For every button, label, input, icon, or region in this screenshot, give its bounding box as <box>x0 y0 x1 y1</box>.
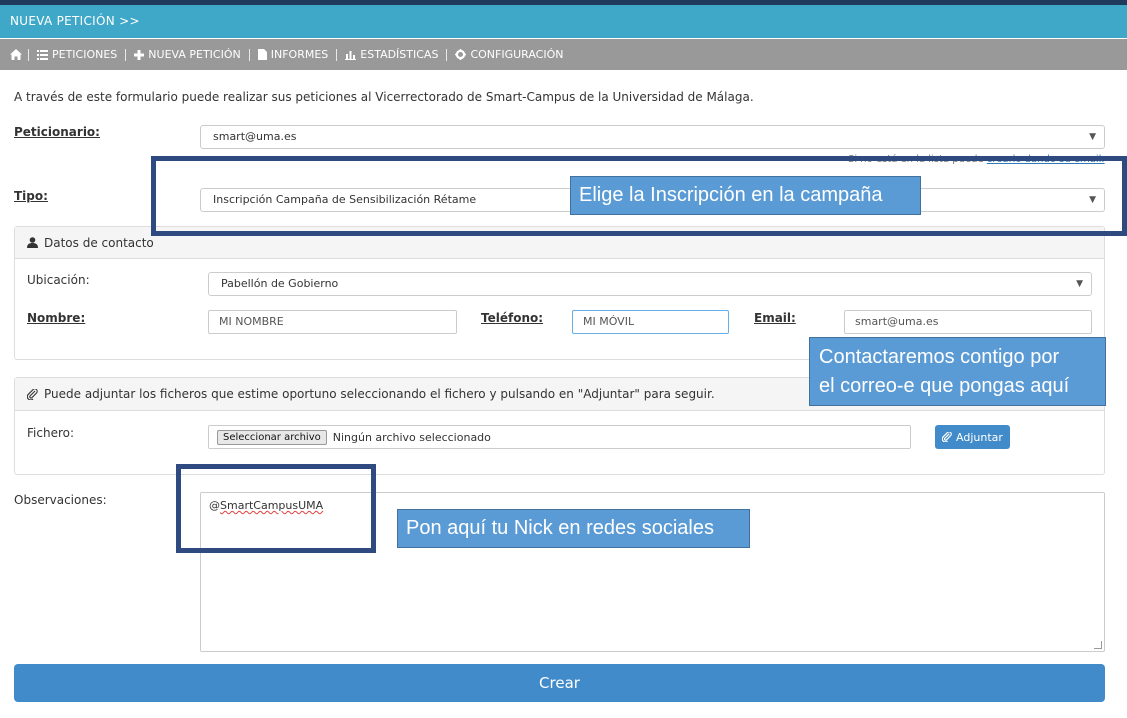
fichero-label: Fichero: <box>27 426 75 440</box>
list-icon <box>37 49 48 60</box>
telefono-input[interactable]: MI MÓVIL <box>572 310 729 334</box>
bar-chart-icon <box>345 50 357 60</box>
resize-handle[interactable] <box>1094 641 1102 649</box>
email-callout: Contactaremos contigo por el correo-e qu… <box>809 337 1106 406</box>
create-button[interactable]: Crear <box>14 664 1105 702</box>
file-status: Ningún archivo seleccionado <box>332 430 491 444</box>
main-nav: PETICIONES NUEVA PETICIÓN INFORMES ESTAD… <box>0 39 1127 70</box>
tipo-callout: Elige la Inscripción en la campaña <box>570 176 921 215</box>
email-input[interactable]: smart@uma.es <box>844 310 1092 334</box>
nombre-value: MI NOMBRE <box>219 315 284 328</box>
nav-item-configuracion[interactable]: CONFIGURACIÓN <box>447 39 571 70</box>
gear-icon <box>455 49 467 60</box>
email-label: Email: <box>754 311 796 325</box>
nav-item-label: NUEVA PETICIÓN <box>148 48 241 61</box>
tipo-label: Tipo: <box>14 189 48 203</box>
email-callout-line2: el correo-e que pongas aquí <box>819 375 1070 397</box>
observaciones-label: Observaciones: <box>14 493 107 507</box>
telefono-value: MI MÓVIL <box>583 315 635 328</box>
nav-item-label: ESTADÍSTICAS <box>360 48 439 61</box>
nombre-input[interactable]: MI NOMBRE <box>208 310 457 334</box>
intro-text: A través de este formulario puede realiz… <box>14 90 754 104</box>
nombre-label: Nombre: <box>27 311 86 325</box>
telefono-label: Teléfono: <box>481 311 544 325</box>
nav-item-peticiones[interactable]: PETICIONES <box>29 39 125 70</box>
ubicacion-select[interactable]: Pabellón de Gobierno ▼ <box>208 272 1092 296</box>
attach-button-label: Adjuntar <box>956 430 1003 444</box>
ubicacion-value: Pabellón de Gobierno <box>221 277 339 290</box>
nav-item-nueva-peticion[interactable]: NUEVA PETICIÓN <box>126 39 248 70</box>
nick-callout: Pon aquí tu Nick en redes sociales <box>397 509 750 548</box>
attach-panel-title: Puede adjuntar los ficheros que estime o… <box>44 387 715 401</box>
nick-highlight-frame <box>176 464 376 553</box>
email-callout-line1: Contactaremos contigo por <box>819 346 1060 368</box>
attach-button[interactable]: Adjuntar <box>935 425 1010 449</box>
file-icon <box>257 49 267 60</box>
nav-item-label: CONFIGURACIÓN <box>470 48 564 61</box>
peticionario-select[interactable]: smart@uma.es ▼ <box>200 125 1105 149</box>
nav-item-label: PETICIONES <box>52 48 118 61</box>
paperclip-icon <box>942 432 952 442</box>
peticionario-value: smart@uma.es <box>213 130 297 143</box>
home-icon <box>10 49 22 60</box>
select-file-button[interactable]: Seleccionar archivo <box>217 429 327 445</box>
nav-item-estadisticas[interactable]: ESTADÍSTICAS <box>337 39 446 70</box>
contact-panel-title: Datos de contacto <box>44 235 154 250</box>
chevron-down-icon: ▼ <box>1076 279 1083 289</box>
chevron-down-icon: ▼ <box>1089 132 1096 142</box>
nav-item-informes[interactable]: INFORMES <box>250 39 337 70</box>
ubicacion-label: Ubicación: <box>27 273 90 287</box>
peticionario-label: Peticionario: <box>14 125 100 139</box>
user-icon <box>27 237 38 248</box>
page-title-bar: NUEVA PETICIÓN >> <box>0 5 1127 38</box>
page-title: NUEVA PETICIÓN >> <box>10 14 140 28</box>
paperclip-icon <box>27 388 38 400</box>
nav-item-label: INFORMES <box>270 48 329 61</box>
email-value: smart@uma.es <box>855 315 939 328</box>
home-link[interactable] <box>8 39 28 70</box>
plus-icon <box>134 49 145 60</box>
file-input[interactable]: Seleccionar archivo Ningún archivo selec… <box>208 425 911 449</box>
